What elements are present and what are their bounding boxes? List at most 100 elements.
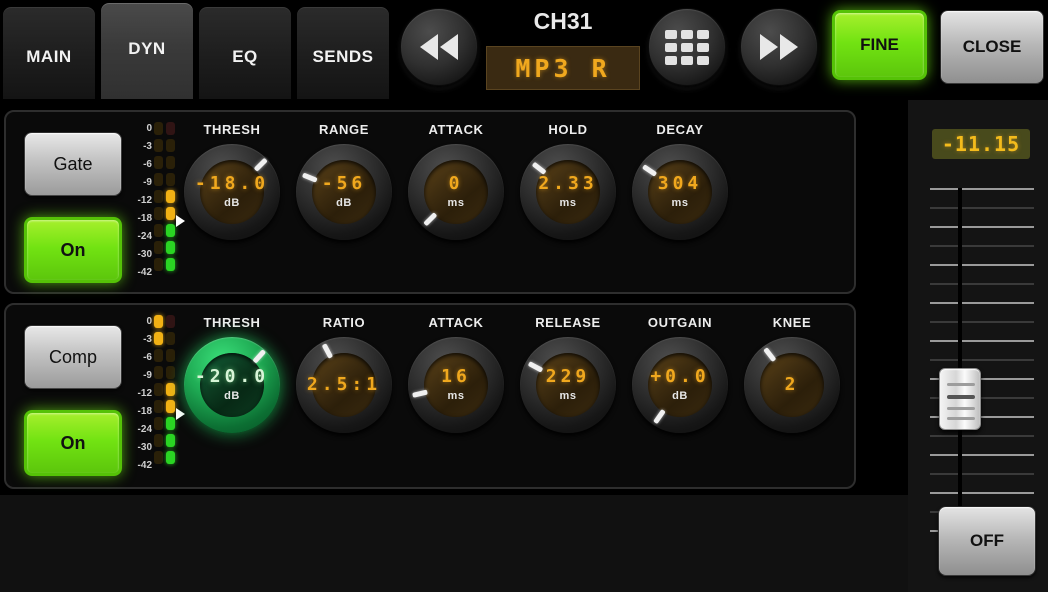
knob-body[interactable]: -18.0 dB [184,144,280,240]
fader-scale-line [930,435,1034,437]
gate-on-label: On [60,239,86,260]
comp-meter: 0 -3 -6 -9 -12 -18 -24 -30 -42 [128,315,185,481]
gate-title-button[interactable]: Gate [24,132,122,196]
knob-unit: ms [447,390,465,402]
fader-scale-line [930,207,1034,209]
meter-segment [154,224,163,237]
comp-meter-marker [176,408,185,420]
gate-title-label: Gate [53,153,93,174]
rewind-button[interactable] [400,8,478,86]
meter-segment [154,258,163,271]
meter-segment [166,156,175,169]
knob-unit: dB [224,197,240,209]
top-bar: MAIN DYN EQ SENDS CH31 MP3 R FINE CLOSE [0,0,1048,100]
meter-segment [166,332,175,345]
fader-scale-line [930,245,1034,247]
tab-eq-label: EQ [232,47,258,66]
channel-name: CH31 [533,8,593,34]
knob-label: KNEE [772,315,812,330]
comp-panel: Comp On 0 -3 -6 -9 -12 -18 -24 -30 -42 THRESH -20… [4,303,856,489]
knob-body[interactable]: -20.0 dB [184,337,280,433]
comp-meter-scale: 0 -3 -6 -9 -12 -18 -24 -30 -42 [128,315,152,481]
meter-segment [154,451,163,464]
fader-track[interactable] [930,188,1034,543]
knob-label: RATIO [322,315,366,330]
meter-scale-tick: -18 [137,213,152,224]
meter-segment [154,349,163,362]
tab-sends[interactable]: SENDS [296,6,390,100]
meter-segment [154,241,163,254]
knob-label: ATTACK [428,122,484,137]
meter-segment [166,190,175,203]
tab-eq[interactable]: EQ [198,6,292,100]
meter-segment [166,451,175,464]
fine-button-label: FINE [860,35,899,54]
gate-meter-column [154,122,163,275]
knob-unit: dB [336,197,352,209]
meter-scale-tick: -9 [143,177,152,188]
fader-scale-line [930,492,1034,494]
knob-body[interactable]: +0.0 dB [632,337,728,433]
knob-body[interactable]: 229 ms [520,337,616,433]
fader-value-text: -11.15 [941,132,1021,156]
knob-label: ATTACK [428,315,484,330]
fader-scale-line [930,359,1034,361]
close-button-label: CLOSE [962,37,1022,56]
knob-label: HOLD [548,122,588,137]
fader-scale-line [930,454,1034,456]
knob-body[interactable]: 16 ms [408,337,504,433]
gate-meter-scale: 0 -3 -6 -9 -12 -18 -24 -30 -42 [128,122,152,288]
comp-on-button[interactable]: On [24,410,122,476]
meter-scale-tick: -6 [143,159,152,170]
comp-on-label: On [60,432,86,453]
fine-button[interactable]: FINE [832,10,927,80]
fader-handle[interactable] [939,368,981,430]
threshold-ruler[interactable]: THRESH -20.0 [0,495,908,592]
knob-body[interactable]: 0 ms [408,144,504,240]
knob-body[interactable]: -56 dB [296,144,392,240]
knob-body[interactable]: 304 ms [632,144,728,240]
knob-label: DECAY [656,122,704,137]
meter-segment [166,315,175,328]
meter-segment [166,434,175,447]
fader-scale-line [930,226,1034,228]
knob-unit: ms [671,197,689,209]
meter-scale-tick: -12 [137,388,152,399]
off-button[interactable]: OFF [938,506,1036,576]
gate-meter-column [166,122,175,275]
knob-body[interactable]: 2.5:1 [296,337,392,433]
channel-display: MP3 R [486,46,640,90]
meter-scale-tick: -24 [137,231,152,242]
comp-title-button[interactable]: Comp [24,325,122,389]
meter-segment [166,366,175,379]
meter-scale-tick: -30 [137,249,152,260]
tab-dyn-label: DYN [128,39,166,58]
fader-scale-line [930,340,1034,342]
comp-meter-column [154,315,163,468]
fast-forward-button[interactable] [740,8,818,86]
meter-segment [154,122,163,135]
meter-scale-tick: -3 [143,334,152,345]
knob-label: RANGE [319,122,369,137]
meter-segment [166,122,175,135]
meter-segment [166,241,175,254]
meter-segment [166,173,175,186]
meter-scale-tick: -30 [137,442,152,453]
fader-value-display: -11.15 [932,129,1030,159]
meter-scale-tick: -6 [143,352,152,363]
gate-on-button[interactable]: On [24,217,122,283]
tab-sends-label: SENDS [312,47,374,66]
meter-segment [154,417,163,430]
tab-dyn[interactable]: DYN [100,2,194,100]
fader-scale-line [930,321,1034,323]
knob-body[interactable]: 2 [744,337,840,433]
fader-scale-line [930,264,1034,266]
knob-body[interactable]: 2.33 ms [520,144,616,240]
tab-main[interactable]: MAIN [2,6,96,100]
grid-view-button[interactable] [648,8,726,86]
meter-scale-tick: 0 [146,123,152,134]
meter-scale-tick: 0 [146,316,152,327]
close-button[interactable]: CLOSE [940,10,1044,84]
meter-scale-tick: -42 [137,267,152,278]
knob-label: THRESH [203,315,261,330]
